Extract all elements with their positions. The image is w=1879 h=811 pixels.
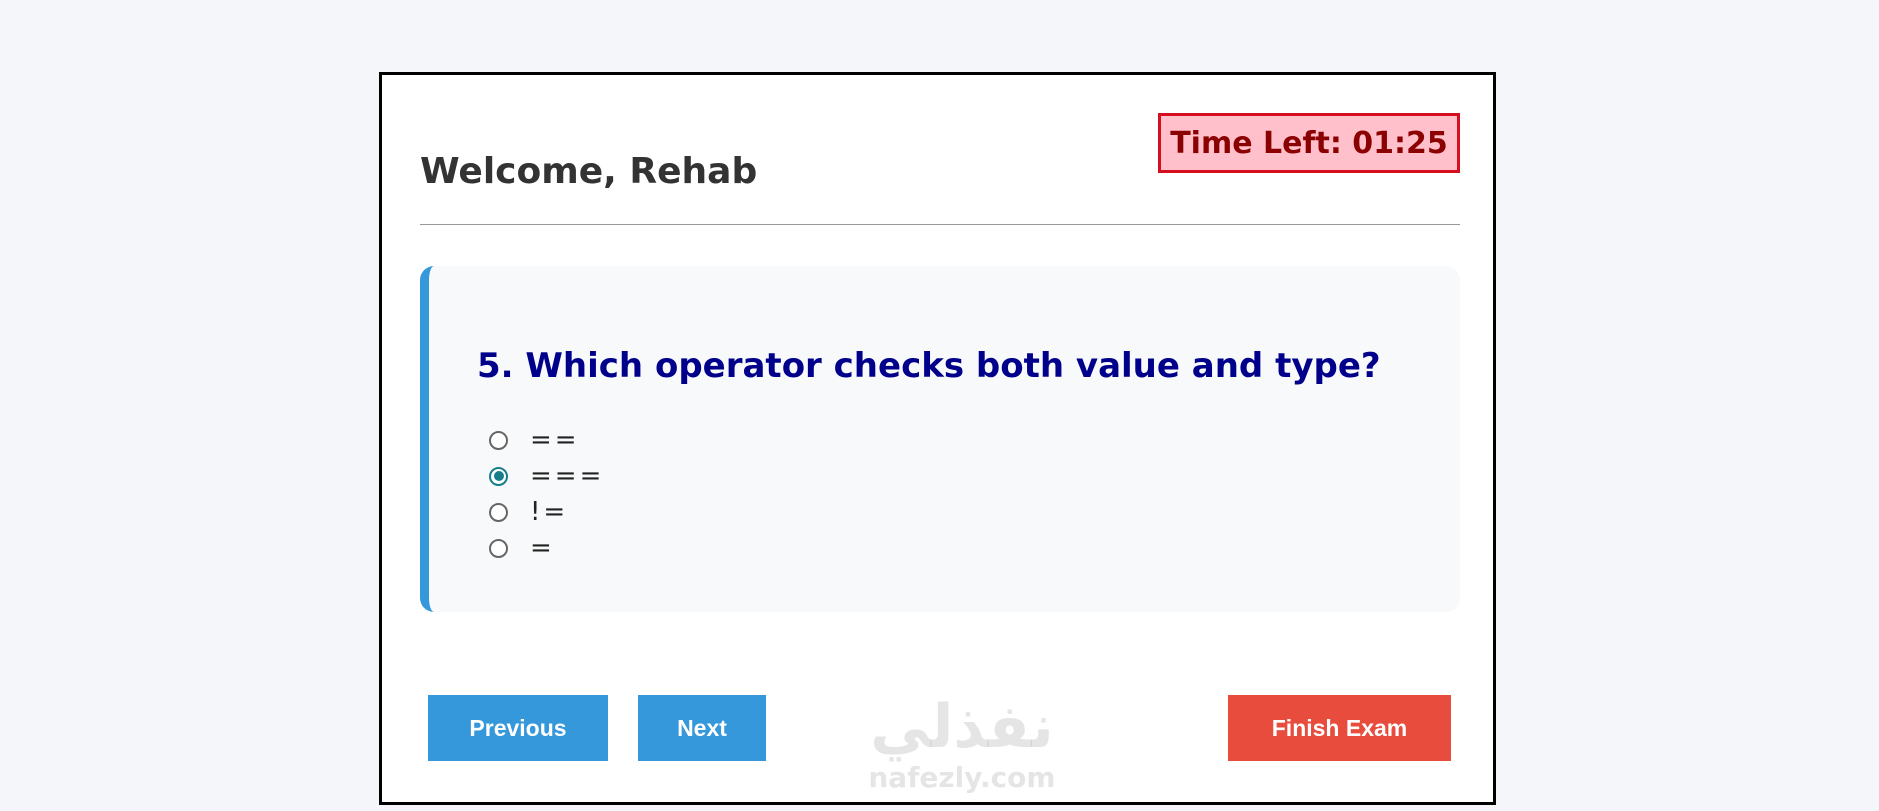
finish-exam-button[interactable]: Finish Exam bbox=[1228, 695, 1451, 761]
radio-button-selected[interactable] bbox=[489, 466, 508, 486]
radio-button[interactable] bbox=[489, 502, 508, 522]
option-3[interactable]: = bbox=[489, 530, 604, 566]
option-1[interactable]: === bbox=[489, 458, 604, 494]
option-0[interactable]: == bbox=[489, 422, 604, 458]
question-card: 5. Which operator checks both value and … bbox=[420, 266, 1460, 612]
option-label: = bbox=[530, 533, 555, 563]
next-button[interactable]: Next bbox=[638, 695, 766, 761]
welcome-heading: Welcome, Rehab bbox=[420, 151, 758, 192]
option-label: === bbox=[530, 461, 605, 491]
exam-container: Time Left: 01:25 Welcome, Rehab 5. Which… bbox=[379, 72, 1496, 805]
previous-button[interactable]: Previous bbox=[428, 695, 608, 761]
watermark-logo: نفذلي nafezly.com bbox=[837, 697, 1087, 794]
option-label: != bbox=[530, 497, 569, 527]
timer-badge: Time Left: 01:25 bbox=[1158, 113, 1460, 173]
watermark-arabic: نفذلي bbox=[870, 692, 1054, 762]
radio-button[interactable] bbox=[489, 538, 508, 558]
option-label: == bbox=[530, 425, 580, 455]
header-divider bbox=[420, 224, 1460, 225]
answer-options: == === != = bbox=[489, 422, 604, 566]
watermark-latin: nafezly.com bbox=[868, 761, 1056, 794]
radio-button[interactable] bbox=[489, 430, 508, 450]
option-2[interactable]: != bbox=[489, 494, 604, 530]
question-text: 5. Which operator checks both value and … bbox=[477, 346, 1381, 386]
